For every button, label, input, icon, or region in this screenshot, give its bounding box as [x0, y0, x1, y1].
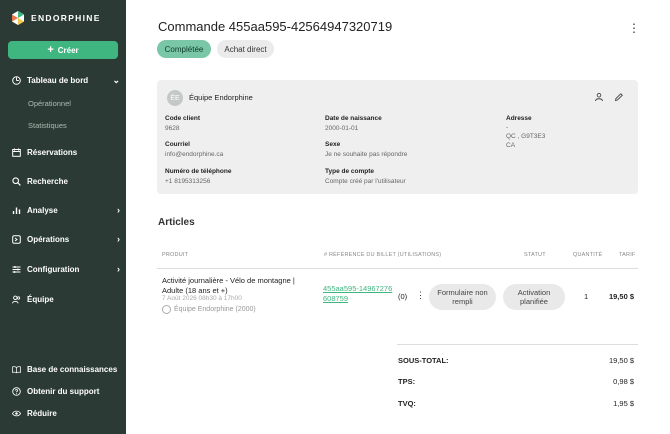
subtotal-label: SOUS-TOTAL:	[398, 356, 449, 365]
column-header-status: STATUT	[524, 252, 546, 258]
email-label: Courriel	[165, 141, 190, 148]
account-type-value: Compte créé par l'utilisateur	[325, 178, 406, 185]
sidebar-item-label: Obtenir du support	[27, 387, 100, 396]
sidebar-item-label: Réduire	[27, 409, 57, 418]
plus-icon: +	[47, 43, 54, 56]
sliders-icon	[12, 265, 21, 274]
tps-value: 0,98 $	[613, 377, 634, 386]
phone-label: Numéro de téléphone	[165, 168, 232, 175]
chevron-right-icon: ›	[117, 205, 120, 215]
product-organizer: Équipe Endorphine (2000)	[162, 305, 256, 314]
tvq-value: 1,95 $	[613, 399, 634, 408]
column-header-product: PRODUIT	[162, 252, 189, 258]
tps-label: TPS:	[398, 377, 416, 386]
form-status-pill[interactable]: Formulaire non rempli	[429, 284, 496, 310]
address-label: Adresse	[506, 115, 532, 122]
customer-card: ÉE Équipe Endorphine Code client 9628 Co…	[157, 80, 638, 194]
sidebar-item-analysis[interactable]: Analyse ›	[12, 206, 120, 215]
eye-icon	[12, 409, 21, 418]
sidebar-item-label: Tableau de bord	[27, 76, 89, 85]
sidebar-item-label: Analyse	[27, 206, 58, 215]
chevron-down-icon: ⌄	[112, 75, 120, 85]
sex-label: Sexe	[325, 141, 341, 148]
row-more-options-icon[interactable]: ⋮	[416, 290, 425, 301]
sidebar-item-label: Configuration	[27, 265, 80, 274]
sidebar: ENDORPHINE + Créer Tableau de bord ⌄ Opé…	[0, 0, 126, 434]
chevron-right-icon: ›	[117, 234, 120, 244]
row-price: 19,50 $	[608, 292, 634, 301]
dob-value: 2000-01-01	[325, 125, 359, 132]
logo-icon	[12, 11, 24, 25]
sidebar-subitem-statistics[interactable]: Statistiques	[28, 121, 67, 130]
customer-code-label: Code client	[165, 115, 201, 122]
email-value: info@endorphine.ca	[165, 151, 224, 158]
organizer-name: Équipe Endorphine (2000)	[174, 306, 256, 313]
subtotal-value: 19,50 $	[608, 356, 634, 365]
page-title: Commande 455aa595-42564947320719	[158, 19, 393, 34]
account-type-label: Type de compte	[325, 168, 375, 175]
row-quantity: 1	[584, 292, 589, 301]
activation-status-pill[interactable]: Activation planifiée	[503, 284, 565, 310]
tvq-label: TVQ:	[398, 399, 416, 408]
user-profile-icon[interactable]	[594, 92, 604, 102]
sidebar-item-knowledge-base[interactable]: Base de connaissances	[12, 365, 120, 374]
ticket-usage-count: (0)	[398, 292, 408, 301]
brand-name: ENDORPHINE	[31, 13, 101, 23]
create-button[interactable]: + Créer	[8, 41, 118, 59]
sidebar-item-operations[interactable]: Opérations ›	[12, 235, 120, 244]
sidebar-item-label: Base de connaissances	[27, 365, 118, 374]
sidebar-item-label: Équipe	[27, 295, 54, 304]
customer-code-value: 9628	[165, 125, 180, 132]
edit-icon[interactable]	[614, 92, 624, 102]
product-name: Activité journalière - Vélo de montagne …	[162, 276, 295, 295]
address-line-3: CA	[506, 142, 516, 149]
calendar-icon	[12, 148, 21, 157]
help-icon	[12, 387, 21, 396]
customer-name: Équipe Endorphine	[189, 93, 253, 102]
sidebar-subitem-operational[interactable]: Opérationnel	[28, 99, 71, 108]
dob-label: Date de naissance	[325, 115, 382, 122]
chevron-right-icon: ›	[117, 264, 120, 274]
column-header-quantity: QUANTITÉ	[573, 252, 603, 258]
more-options-icon[interactable]: ⋮	[628, 22, 640, 34]
operations-icon	[12, 235, 21, 244]
address-line-1: -	[506, 124, 509, 131]
ticket-reference-link[interactable]: 455aa595-14967276608759	[323, 284, 393, 304]
create-button-label: Créer	[57, 45, 79, 55]
dashboard-icon	[12, 76, 21, 85]
sidebar-item-reservations[interactable]: Réservations	[12, 148, 120, 157]
logo[interactable]: ENDORPHINE	[11, 11, 101, 25]
sidebar-item-dashboard[interactable]: Tableau de bord ⌄	[12, 76, 120, 85]
sidebar-item-collapse[interactable]: Réduire	[12, 409, 120, 418]
avatar: ÉE	[167, 90, 183, 106]
sidebar-item-configuration[interactable]: Configuration ›	[12, 265, 120, 274]
order-type-badge: Achat direct	[217, 40, 274, 58]
status-badge: Complétée	[157, 40, 211, 58]
organization-icon	[162, 305, 171, 314]
articles-title: Articles	[158, 217, 195, 228]
product-date: 7 Août 2026 08h30 à 17h00	[162, 295, 242, 302]
sex-value: Je ne souhaite pas répondre	[325, 151, 408, 158]
sidebar-item-label: Réservations	[27, 148, 78, 157]
search-icon	[12, 177, 21, 186]
sidebar-item-label: Recherche	[27, 177, 68, 186]
column-header-ticket: # RÉFÉRENCE DU BILLET (UTILISATIONS)	[324, 252, 442, 258]
table-header-divider	[157, 268, 638, 269]
address-line-2: QC , G9T3E3	[506, 133, 546, 140]
phone-value: +1 8195313256	[165, 178, 211, 185]
main-content: Commande 455aa595-42564947320719 ⋮ Compl…	[126, 0, 670, 434]
sidebar-item-support[interactable]: Obtenir du support	[12, 387, 120, 396]
chart-icon	[12, 206, 21, 215]
sidebar-item-label: Opérations	[27, 235, 70, 244]
book-icon	[12, 365, 21, 374]
sidebar-item-team[interactable]: Équipe	[12, 295, 120, 304]
team-icon	[12, 295, 21, 304]
totals-divider	[397, 344, 638, 345]
sidebar-item-search[interactable]: Recherche	[12, 177, 120, 186]
column-header-price: TARIF	[619, 252, 636, 258]
